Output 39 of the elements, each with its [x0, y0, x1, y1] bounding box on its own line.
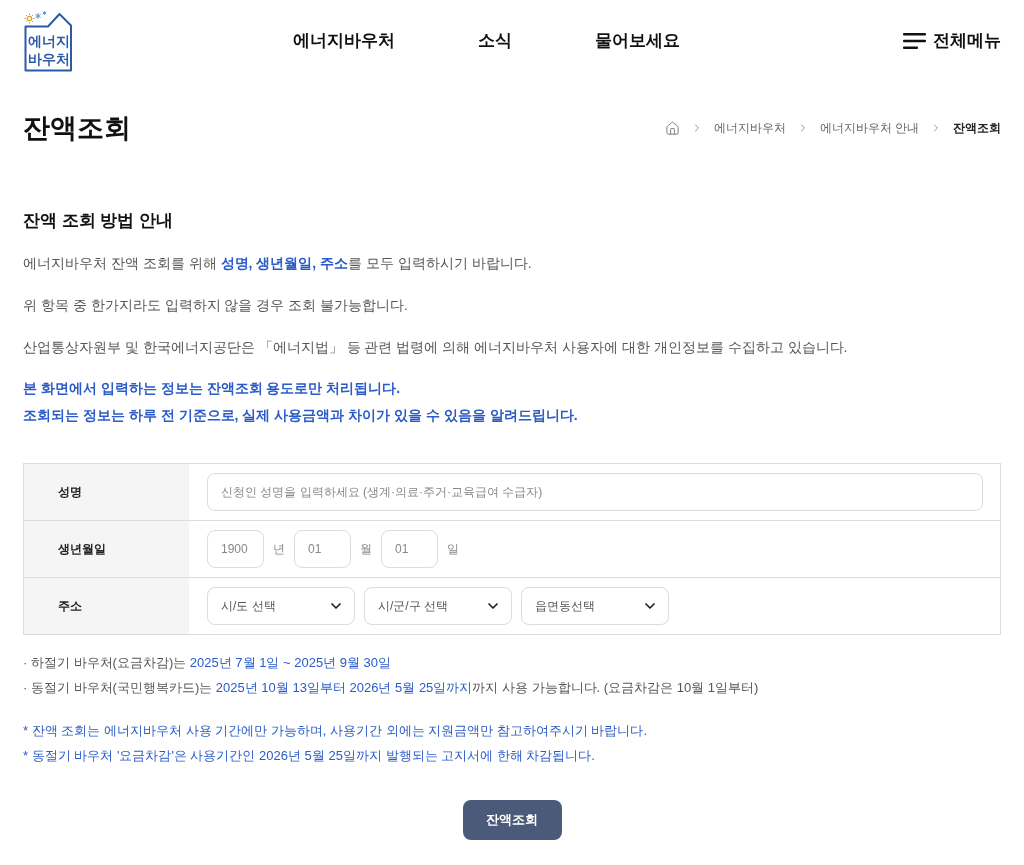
breadcrumb-link[interactable]: 에너지바우처 — [713, 119, 786, 137]
date-input[interactable]: 01 — [381, 530, 438, 568]
period-note: · 동절기 바우처(국민행복카드)는 2025년 10월 13일부터 2026년 5월 25일까지까지 사용 가능합니다. (요금차감은 10월 1일부터) — [23, 679, 760, 697]
row-header: 생년월일 — [24, 521, 189, 577]
date-unit: 년 — [272, 541, 286, 558]
row-header: 주소 — [24, 578, 189, 634]
date-unit: 일 — [446, 541, 460, 558]
dropdown-value: 시/군/구 선택 — [378, 598, 448, 615]
dropdown-value: 시/도 선택 — [221, 598, 276, 615]
dropdown-field[interactable]: 시/도 선택 — [207, 587, 355, 625]
breadcrumb-link[interactable]: 잔액조회 — [953, 119, 1001, 137]
logo-link[interactable]: 에너지 바우처 — [23, 10, 73, 72]
nav-link[interactable]: 에너지바우처 — [293, 28, 395, 54]
section-heading: 잔액 조회 방법 안내 — [23, 210, 175, 232]
notice-text: 조회되는 정보는 하루 전 기준으로, 실제 사용금액과 차이가 있을 수 있음을 알려드립니다. — [23, 406, 579, 425]
all-menu-button[interactable]: 전체메뉴 — [903, 28, 1001, 54]
period-note: · 하절기 바우처(요금차감)는 2025년 7월 1일 ~ 2025년 9월 30일 — [23, 654, 393, 672]
date-input[interactable]: 01 — [294, 530, 351, 568]
page-title: 잔액조회 — [23, 112, 131, 145]
nav-link[interactable]: 소식 — [478, 28, 512, 54]
guide-paragraph: 에너지바우처 잔액 조회를 위해 성명, 생년월일, 주소를 모두 입력하시기 바랍니다. — [23, 254, 533, 273]
date-input[interactable]: 1900 — [207, 530, 264, 568]
home-icon[interactable] — [664, 120, 680, 136]
house-sun-icon — [23, 10, 73, 72]
name-input[interactable]: 신청인 성명을 입력하세요 (생계·의료·주거·교육급여 수급자) — [207, 473, 983, 511]
menu-icon — [903, 33, 926, 49]
caution-note: * 동절기 바우처 '요금차감'은 사용기간인 2026년 5월 25일까지 발행되는 고지서에 한해 차감됩니다. — [23, 747, 596, 765]
dropdown-field[interactable]: 시/군/구 선택 — [364, 587, 512, 625]
row-header: 성명 — [24, 464, 189, 520]
nav-link[interactable]: 물어보세요 — [595, 28, 680, 54]
notice-text: 본 화면에서 입력하는 정보는 잔액조회 용도로만 처리됩니다. — [23, 379, 402, 398]
date-unit: 월 — [359, 541, 373, 558]
caution-note: * 잔액 조회는 에너지바우처 사용 기간에만 가능하며, 사용기간 외에는 지원금액만 참고하여주시기 바랍니다. — [23, 722, 648, 740]
guide-paragraph: 위 항목 중 한가지라도 입력하지 않을 경우 조회 불가능합니다. — [23, 296, 409, 315]
dropdown-value: 읍면동선택 — [535, 598, 595, 615]
balance-check-button[interactable]: 잔액조회 — [462, 800, 562, 840]
breadcrumb-link[interactable]: 에너지바우처 안내 — [819, 119, 919, 137]
guide-paragraph: 산업통상자원부 및 한국에너지공단은 「에너지법」 등 관련 법령에 의해 에너지바우처 사용자에 대한 개인정보를 수집하고 있습니다. — [23, 338, 849, 357]
dropdown-field[interactable]: 읍면동선택 — [521, 587, 669, 625]
